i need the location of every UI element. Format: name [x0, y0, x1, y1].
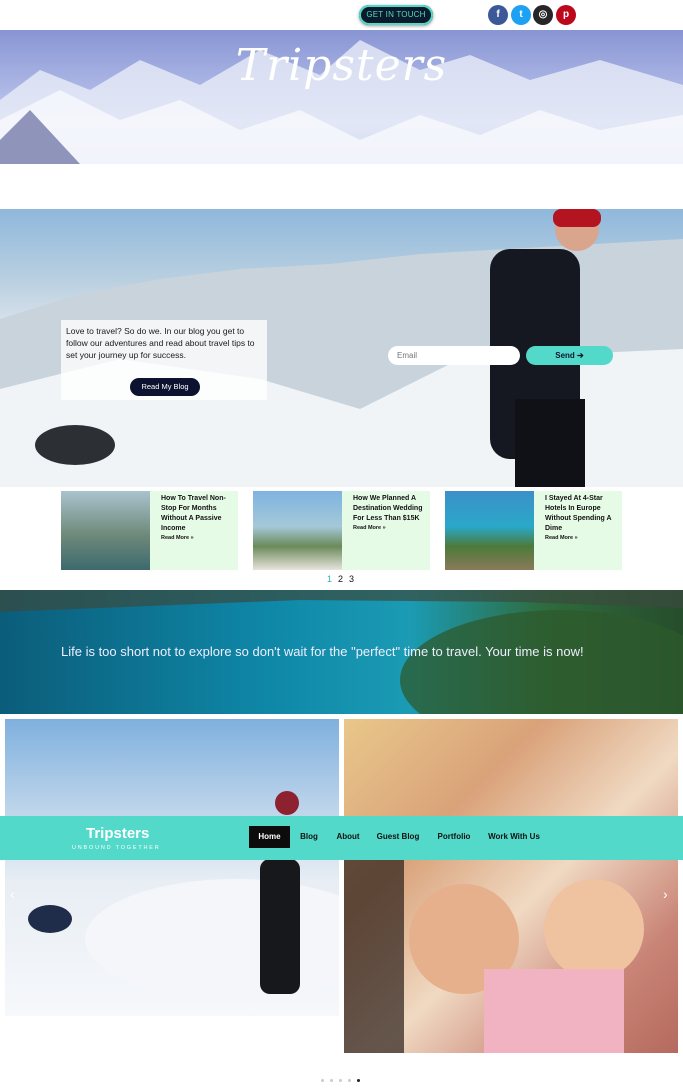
read-more-link[interactable]: Read More »	[161, 535, 194, 541]
read-more-link[interactable]: Read More »	[545, 535, 578, 541]
nav-item-work-with-us[interactable]: Work With Us	[486, 826, 542, 848]
page-link-3[interactable]: 3	[349, 574, 354, 584]
pinterest-icon[interactable]: p	[556, 5, 576, 25]
post-title[interactable]: I Stayed At 4-Star Hotels In Europe With…	[545, 494, 617, 534]
carousel-dot[interactable]	[330, 1079, 333, 1082]
instagram-icon[interactable]: ◎	[533, 5, 553, 25]
send-label: Send	[555, 351, 575, 360]
carousel-dot-active[interactable]	[357, 1079, 360, 1082]
gallery-image-friends[interactable]	[344, 719, 678, 1053]
read-more-link[interactable]: Read More »	[353, 525, 386, 531]
blog-post-card[interactable]: How To Travel Non-Stop For Months Withou…	[61, 491, 238, 570]
post-title[interactable]: How We Planned A Destination Wedding For…	[353, 494, 425, 524]
facebook-icon[interactable]: f	[488, 5, 508, 25]
read-my-blog-button[interactable]: Read My Blog	[130, 378, 200, 396]
snow-hike-photo	[28, 791, 339, 999]
nav-item-portfolio[interactable]: Portfolio	[435, 826, 473, 848]
carousel-dot[interactable]	[321, 1079, 324, 1082]
nav-item-home[interactable]: Home	[249, 826, 290, 848]
carousel-dot[interactable]	[339, 1079, 342, 1082]
nav-item-about[interactable]: About	[334, 826, 362, 848]
chevron-left-icon[interactable]: ‹	[10, 886, 15, 902]
top-bar	[0, 0, 683, 30]
nav-item-guest-blog[interactable]: Guest Blog	[374, 826, 422, 848]
blog-post-card[interactable]: How We Planned A Destination Wedding For…	[253, 491, 430, 570]
blog-post-card[interactable]: I Stayed At 4-Star Hotels In Europe With…	[445, 491, 622, 570]
post-thumbnail[interactable]	[253, 491, 342, 570]
friends-selfie-photo	[344, 849, 644, 1053]
email-field[interactable]	[388, 346, 520, 365]
nav-brand[interactable]: Tripsters	[86, 825, 149, 842]
post-title[interactable]: How To Travel Non-Stop For Months Withou…	[161, 494, 233, 534]
arrow-right-circle-icon: ➔	[577, 351, 584, 360]
nav-item-blog[interactable]: Blog	[297, 826, 321, 848]
quote-text: Life is too short not to explore so don'…	[61, 644, 584, 659]
page-link-1[interactable]: 1	[327, 574, 332, 584]
gallery-image-snow[interactable]	[5, 719, 339, 1016]
send-button[interactable]: Send ➔	[526, 346, 613, 365]
page-link-2[interactable]: 2	[338, 574, 343, 584]
post-thumbnail[interactable]	[61, 491, 150, 570]
get-in-touch-button[interactable]: GET IN TOUCH	[359, 5, 433, 25]
post-thumbnail[interactable]	[445, 491, 534, 570]
chevron-right-icon[interactable]: ›	[663, 886, 668, 902]
nav-tagline: UNBOUND TOGETHER	[72, 845, 161, 851]
carousel-dot[interactable]	[348, 1079, 351, 1082]
twitter-icon[interactable]: t	[511, 5, 531, 25]
site-title: Tripsters	[235, 40, 448, 91]
intro-text: Love to travel? So do we. In our blog yo…	[66, 326, 255, 360]
